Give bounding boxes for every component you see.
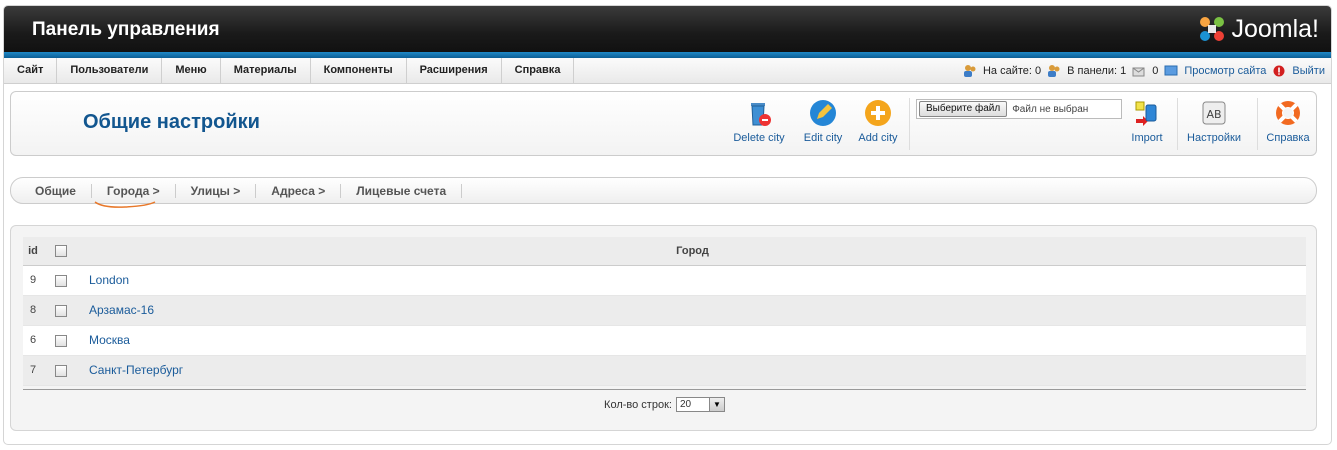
plus-icon — [863, 98, 893, 128]
joomla-logo[interactable]: Joomla! — [1197, 14, 1319, 44]
in-panel-count: В панели: 1 — [1067, 64, 1127, 77]
toolbar-divider — [909, 98, 910, 150]
row-select-cell — [43, 295, 79, 326]
logout-link[interactable]: Выйти — [1292, 65, 1325, 77]
view-site-link[interactable]: Просмотр сайта — [1184, 65, 1266, 77]
toolbar: Общие настройки Delete city Edit city Ad… — [10, 91, 1317, 156]
menu-item-users[interactable]: Пользователи — [57, 58, 163, 83]
toolbar-divider — [1257, 98, 1258, 150]
view-site-icon — [1164, 65, 1178, 77]
row-checkbox[interactable] — [55, 274, 67, 287]
toolbar-divider — [1177, 98, 1178, 150]
rows-per-page-value: 20 — [679, 399, 692, 410]
row-checkbox[interactable] — [55, 334, 67, 347]
edit-city-button[interactable]: Edit city — [798, 98, 848, 144]
table-row: 7 Санкт-Петербург — [23, 355, 1306, 386]
table-row: 8 Арзамас-16 — [23, 295, 1306, 326]
settings-label: Настройки — [1187, 132, 1241, 144]
add-city-button[interactable]: Add city — [853, 98, 903, 144]
row-city-cell: Санкт-Петербург — [79, 355, 1306, 386]
svg-text:AB: AB — [1206, 108, 1221, 121]
page-title: Общие настройки — [83, 111, 260, 133]
import-button[interactable]: Import — [1128, 98, 1166, 144]
choose-file-button[interactable]: Выберите файл — [919, 101, 1008, 117]
file-status: Файл не выбран — [1012, 103, 1089, 115]
city-link[interactable]: London — [89, 273, 129, 287]
trash-icon — [744, 98, 774, 128]
header: Панель управления Joomla! — [4, 6, 1331, 52]
row-city-cell: London — [79, 265, 1306, 296]
logout-icon — [1272, 65, 1286, 77]
menu-item-help[interactable]: Справка — [502, 58, 575, 83]
import-label: Import — [1131, 132, 1163, 144]
row-id: 6 — [23, 325, 43, 356]
messages-icon[interactable] — [1132, 65, 1146, 77]
delete-city-button[interactable]: Delete city — [731, 98, 787, 144]
file-input[interactable]: Выберите файл Файл не выбран — [916, 99, 1122, 119]
rows-per-page-select[interactable]: 20 ▼ — [675, 397, 725, 412]
section-tabs: Общие Города > Улицы > Адреса > Лицевые … — [10, 177, 1317, 204]
menu-item-components[interactable]: Компоненты — [311, 58, 407, 83]
admins-online-icon — [1047, 64, 1061, 77]
row-select-cell — [43, 325, 79, 356]
joomla-logo-icon — [1197, 14, 1227, 44]
menu-item-extensions[interactable]: Расширения — [407, 58, 502, 83]
row-city-cell: Арзамас-16 — [79, 295, 1306, 326]
tab-cities[interactable]: Города > — [92, 183, 176, 198]
table-header-row: id Город — [23, 237, 1306, 266]
menu-item-site[interactable]: Сайт — [4, 58, 58, 83]
city-link[interactable]: Санкт-Петербург — [89, 363, 183, 377]
table-row: 6 Москва — [23, 325, 1306, 356]
main-menu: Сайт Пользователи Меню Материалы Компоне… — [4, 58, 1331, 84]
row-select-cell — [43, 355, 79, 386]
add-city-label: Add city — [858, 132, 898, 144]
city-link[interactable]: Арзамас-16 — [89, 303, 154, 317]
content-panel: id Город 9 London 8 Арзамас-16 6 Москва — [10, 225, 1317, 431]
menu-item-menus[interactable]: Меню — [162, 58, 221, 83]
column-header-id[interactable]: id — [23, 237, 43, 266]
edit-city-label: Edit city — [803, 132, 843, 144]
header-title: Панель управления — [32, 19, 220, 40]
messages-count[interactable]: 0 — [1152, 65, 1158, 77]
rows-per-page-label: Кол-во строк: — [604, 398, 672, 411]
pencil-icon — [808, 98, 838, 128]
settings-button[interactable]: AB Настройки — [1184, 98, 1244, 144]
tab-streets[interactable]: Улицы > — [176, 183, 257, 198]
logo-text: Joomla! — [1231, 14, 1319, 43]
row-city-cell: Москва — [79, 325, 1306, 356]
table-row: 9 London — [23, 265, 1306, 296]
row-checkbox[interactable] — [55, 304, 67, 317]
select-all-checkbox[interactable] — [55, 244, 67, 257]
row-select-cell — [43, 265, 79, 296]
delete-city-label: Delete city — [733, 132, 785, 144]
page: Панель управления Joomla! Сайт Пользоват… — [0, 0, 1337, 450]
active-tab-underline — [94, 201, 156, 208]
import-icon — [1132, 98, 1162, 128]
row-checkbox[interactable] — [55, 364, 67, 377]
column-header-city[interactable]: Город — [79, 237, 1306, 266]
users-online-icon — [963, 64, 977, 77]
city-link[interactable]: Москва — [89, 333, 130, 347]
tab-accounts[interactable]: Лицевые счета — [341, 183, 463, 198]
chevron-down-icon[interactable]: ▼ — [708, 398, 724, 411]
lifebuoy-icon — [1273, 98, 1303, 128]
help-button[interactable]: Справка — [1263, 98, 1313, 144]
row-id: 9 — [23, 265, 43, 296]
on-site-count: На сайте: 0 — [982, 64, 1042, 77]
menu-item-content[interactable]: Материалы — [221, 58, 311, 83]
status-bar: На сайте: 0 В панели: 1 0 Просмотр сайта… — [963, 58, 1325, 83]
tab-addresses[interactable]: Адреса > — [256, 183, 342, 198]
tab-general[interactable]: Общие — [25, 183, 92, 198]
column-header-select — [43, 237, 79, 266]
pagination: Кол-во строк: 20 ▼ — [23, 389, 1306, 419]
row-id: 7 — [23, 355, 43, 386]
row-id: 8 — [23, 295, 43, 326]
help-label: Справка — [1266, 132, 1310, 144]
settings-icon: AB — [1199, 98, 1229, 128]
cities-table: id Город 9 London 8 Арзамас-16 6 Москва — [23, 237, 1306, 386]
